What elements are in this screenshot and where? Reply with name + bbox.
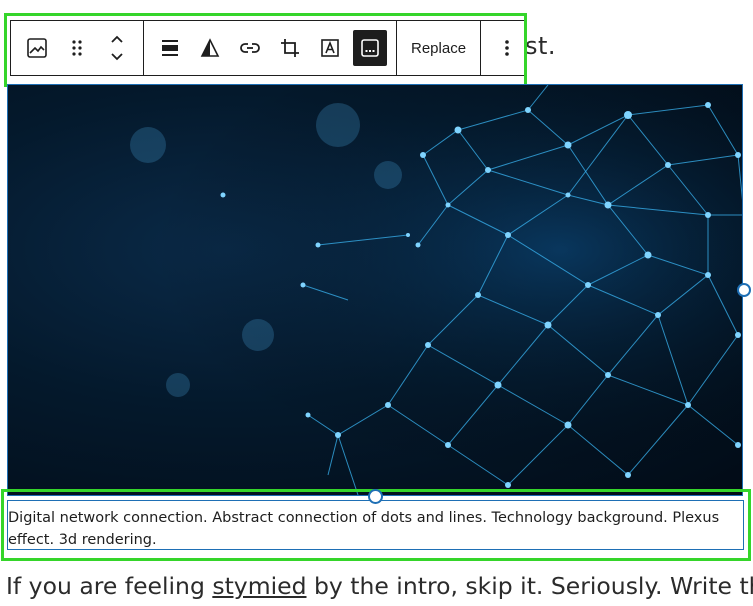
paragraph-below[interactable]: If you are feeling stymied by the intro,… xyxy=(6,572,753,606)
resize-handle-bottom[interactable] xyxy=(368,489,383,504)
resize-handle-right[interactable] xyxy=(737,283,751,297)
image-block[interactable] xyxy=(7,84,743,496)
toolbar-highlight-box xyxy=(4,13,527,87)
plexus-graphic xyxy=(8,85,743,496)
paragraph-below-after: by the intro, skip it. Seriously. Write … xyxy=(307,572,753,600)
image-caption[interactable]: Digital network connection. Abstract con… xyxy=(7,500,744,550)
stymied-link[interactable]: stymied xyxy=(212,572,306,600)
paragraph-below-before: If you are feeling xyxy=(6,572,212,600)
